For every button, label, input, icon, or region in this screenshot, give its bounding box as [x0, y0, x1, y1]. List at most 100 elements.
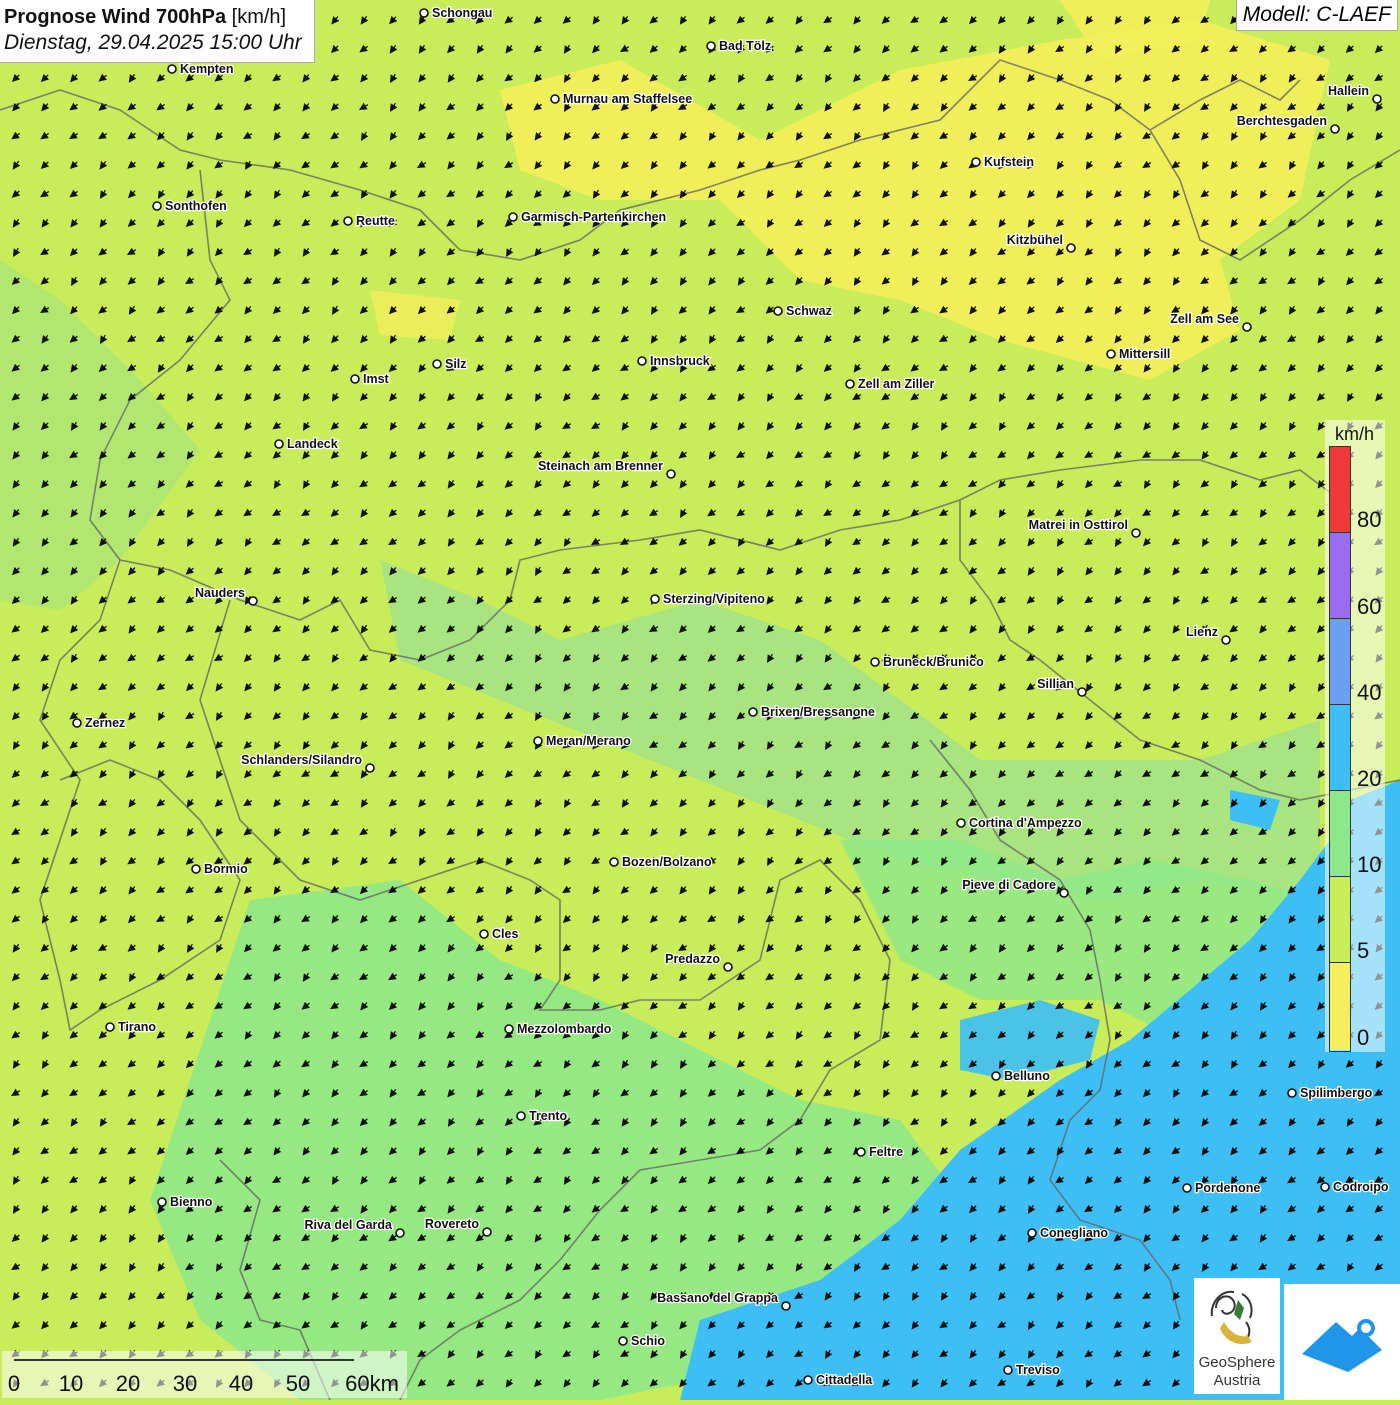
city-label: Steinach am Brenner	[538, 459, 663, 473]
city-dot	[508, 212, 518, 222]
geosphere-icon	[1210, 1290, 1253, 1345]
city-label: Bormio	[204, 862, 248, 876]
city-dot	[971, 157, 981, 167]
city-dot	[1003, 1365, 1013, 1375]
scale-line	[14, 1359, 354, 1361]
scale-label: 50	[285, 1371, 311, 1396]
model-label: Modell: C-LAEF	[1235, 0, 1398, 31]
city-label: Meran/Merano	[546, 734, 631, 748]
city-dot	[618, 1336, 628, 1346]
city-label: Murnau am Staffelsee	[563, 92, 692, 106]
city-marker[interactable]: Cortina d'Ampezzo	[956, 815, 1083, 831]
city-dot	[870, 657, 880, 667]
city-marker[interactable]: Sterzing/Vipiteno	[650, 591, 766, 607]
city-dot	[748, 707, 758, 717]
city-label: Berchtesgaden	[1237, 114, 1327, 128]
legend-color-segment	[1330, 533, 1350, 619]
scale-label: 20	[115, 1371, 141, 1396]
geosphere-austria-logo[interactable]: GeoSphere Austria	[1194, 1278, 1280, 1394]
legend-color-segment	[1330, 619, 1350, 705]
city-label: Bruneck/Brunico	[883, 655, 984, 669]
legend-label: 5	[1357, 938, 1370, 963]
city-label: Mittersill	[1119, 347, 1170, 361]
city-marker[interactable]: Pordenone	[1182, 1180, 1262, 1196]
city-dot	[1320, 1182, 1330, 1192]
city-dot	[395, 1228, 405, 1238]
legend-color-segment	[1330, 791, 1350, 877]
city-label: Imst	[363, 372, 390, 386]
city-label: Sillian	[1037, 677, 1074, 691]
wind-map: Schongau Bad Tölz Kempten Murnau am Staffel…	[0, 0, 1400, 1400]
city-dot	[152, 201, 162, 211]
city-dot	[274, 439, 284, 449]
city-label: Trento	[529, 1109, 568, 1123]
forecast-datetime: Dienstag, 29.04.2025 15:00 Uhr	[4, 31, 302, 54]
city-label: Kempten	[180, 62, 233, 76]
legend-color-bar	[1329, 446, 1351, 1052]
city-label: Conegliano	[1040, 1226, 1108, 1240]
city-label: Garmisch-Partenkirchen	[521, 210, 666, 224]
city-dot	[365, 763, 375, 773]
city-dot	[157, 1197, 167, 1207]
city-label: Bienno	[170, 1195, 213, 1209]
legend-unit: km/h	[1335, 424, 1375, 444]
city-marker[interactable]: Mezzolombardo	[504, 1021, 613, 1037]
scale-label: 30	[172, 1371, 198, 1396]
legend-color-segment	[1330, 447, 1350, 533]
city-label: Zernez	[85, 716, 125, 730]
city-label: Silz	[445, 357, 467, 371]
city-label: Nauders	[195, 586, 245, 600]
legend-label: 20	[1357, 766, 1382, 791]
city-marker[interactable]: Brixen/Bressanone	[748, 704, 876, 720]
city-label: Bassano del Grappa	[657, 1291, 779, 1305]
city-label: Brixen/Bressanone	[761, 705, 875, 719]
city-dot	[1242, 322, 1252, 332]
city-dot	[1066, 243, 1076, 253]
city-label: Treviso	[1016, 1363, 1060, 1377]
city-dot	[856, 1147, 866, 1157]
city-label: Tirano	[118, 1020, 156, 1034]
city-dot	[432, 359, 442, 369]
city-dot	[533, 736, 543, 746]
city-label: Kitzbühel	[1007, 233, 1063, 247]
legend-color-segment	[1330, 705, 1350, 791]
city-dot	[504, 1024, 514, 1034]
city-dot	[343, 216, 353, 226]
city-dot	[637, 356, 647, 366]
city-marker[interactable]: Zell am Ziller	[845, 376, 936, 392]
city-dot	[1131, 528, 1141, 538]
mountain-logo[interactable]	[1284, 1284, 1400, 1400]
city-label: Bad Tölz	[719, 39, 771, 53]
city-label: Landeck	[287, 437, 338, 451]
city-marker[interactable]: Murnau am Staffelsee	[550, 91, 694, 107]
legend-color-segment	[1330, 963, 1350, 1050]
city-marker[interactable]: Garmisch-Partenkirchen	[508, 209, 667, 225]
city-marker[interactable]: Meran/Merano	[533, 733, 632, 749]
city-label: Schlanders/Silandro	[241, 753, 362, 767]
city-label: Pieve di Cadore	[962, 878, 1056, 892]
title-main: Prognose Wind 700hPa	[4, 6, 227, 28]
city-label: Schwaz	[786, 304, 832, 318]
city-dot	[479, 929, 489, 939]
city-label: Feltre	[869, 1145, 903, 1159]
city-marker[interactable]: Bozen/Bolzano	[609, 854, 713, 870]
city-dot	[1330, 124, 1340, 134]
city-dot	[419, 8, 429, 18]
city-dot	[1287, 1088, 1297, 1098]
city-dot	[550, 94, 560, 104]
city-marker[interactable]: Conegliano	[1027, 1225, 1110, 1241]
city-marker[interactable]: Spilimbergo	[1287, 1085, 1374, 1101]
map-title: Prognose Wind 700hPa [km/h]	[4, 4, 302, 30]
city-dot	[1077, 687, 1087, 697]
city-dot	[191, 864, 201, 874]
legend-label: 80	[1357, 507, 1382, 532]
city-label: Rovereto	[425, 1217, 480, 1231]
city-dot	[845, 379, 855, 389]
scale-bar: 0 10 20 30 40 50 60km	[2, 1351, 407, 1398]
city-label: Riva del Garda	[304, 1218, 393, 1232]
city-marker[interactable]: Bruneck/Brunico	[870, 654, 985, 670]
city-label: Sonthofen	[165, 199, 227, 213]
city-marker[interactable]: Sonthofen	[152, 198, 228, 214]
city-label: Cortina d'Ampezzo	[969, 816, 1082, 830]
city-label: Hallein	[1328, 84, 1369, 98]
